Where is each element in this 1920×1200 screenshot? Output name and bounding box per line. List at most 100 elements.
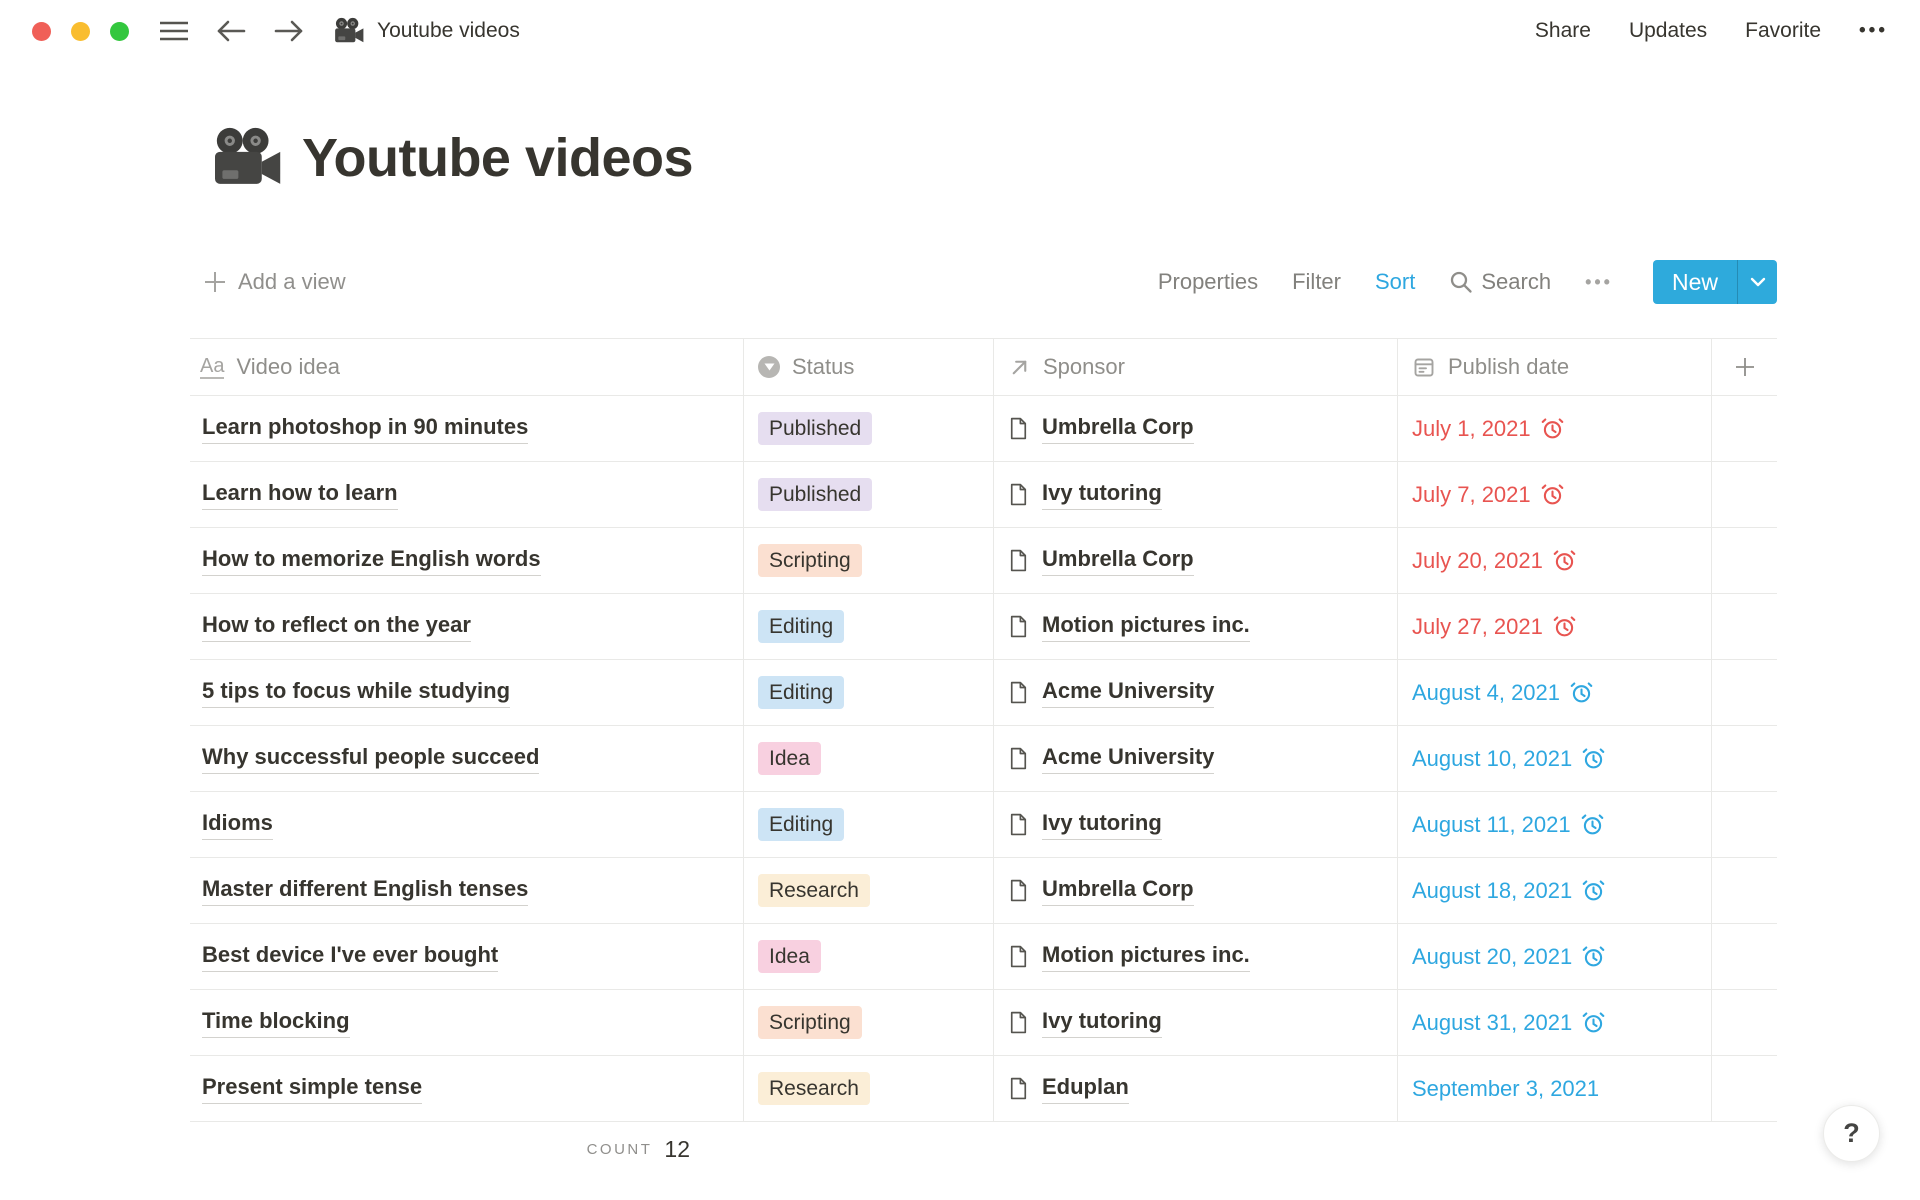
page-link[interactable]: Time blocking [202,1007,350,1038]
favorite-button[interactable]: Favorite [1745,19,1821,43]
page-link[interactable]: Master different English tenses [202,875,528,906]
status-cell[interactable]: Scripting [744,990,994,1056]
sponsor-cell[interactable]: Eduplan [994,1056,1398,1122]
page-link[interactable]: Idioms [202,809,273,840]
help-button[interactable]: ? [1823,1105,1880,1162]
sponsor-cell[interactable]: Motion pictures inc. [994,924,1398,990]
publish-date-cell[interactable]: August 20, 2021 [1398,924,1712,990]
status-cell[interactable]: Idea [744,726,994,792]
view-options-icon[interactable]: ••• [1585,272,1613,293]
date-text: August 31, 2021 [1412,1010,1572,1036]
breadcrumb-page-title[interactable]: Youtube videos [377,19,520,43]
filter-button[interactable]: Filter [1292,269,1341,295]
sponsor-cell[interactable]: Ivy tutoring [994,990,1398,1056]
sponsor-cell[interactable]: Acme University [994,726,1398,792]
video-idea-cell[interactable]: Learn photoshop in 90 minutes [190,396,744,462]
search-button[interactable]: Search [1449,269,1551,295]
close-window-button[interactable] [32,22,51,41]
sponsor-cell[interactable]: Ivy tutoring [994,792,1398,858]
column-header-publish-date[interactable]: Publish date [1398,338,1712,396]
video-idea-cell[interactable]: Why successful people succeed [190,726,744,792]
video-idea-cell[interactable]: How to memorize English words [190,528,744,594]
video-idea-cell[interactable]: How to reflect on the year [190,594,744,660]
video-idea-cell[interactable]: Time blocking [190,990,744,1056]
page-link[interactable]: Umbrella Corp [1042,413,1194,444]
page-link[interactable]: Umbrella Corp [1042,545,1194,576]
add-column-button[interactable] [1712,338,1777,396]
properties-button[interactable]: Properties [1158,269,1258,295]
publish-date-cell[interactable]: July 27, 2021 [1398,594,1712,660]
column-header-sponsor[interactable]: Sponsor [994,338,1398,396]
sort-button[interactable]: Sort [1375,269,1415,295]
video-idea-cell[interactable]: Master different English tenses [190,858,744,924]
status-cell[interactable]: Idea [744,924,994,990]
sidebar-toggle-icon[interactable] [159,19,189,43]
publish-date-cell[interactable]: July 1, 2021 [1398,396,1712,462]
zoom-window-button[interactable] [110,22,129,41]
publish-date-cell[interactable]: August 10, 2021 [1398,726,1712,792]
sponsor-cell[interactable]: Umbrella Corp [994,396,1398,462]
page-link[interactable]: Motion pictures inc. [1042,941,1250,972]
sponsor-cell[interactable]: Motion pictures inc. [994,594,1398,660]
page-link[interactable]: Eduplan [1042,1073,1129,1104]
sponsor-cell[interactable]: Umbrella Corp [994,528,1398,594]
publish-date-cell[interactable]: July 7, 2021 [1398,462,1712,528]
forward-arrow-icon[interactable] [273,17,305,45]
status-cell[interactable]: Editing [744,792,994,858]
more-menu-icon[interactable]: ••• [1859,20,1888,42]
status-cell[interactable]: Research [744,1056,994,1122]
video-idea-cell[interactable]: Idioms [190,792,744,858]
page-link[interactable]: Ivy tutoring [1042,809,1162,840]
page-link[interactable]: Learn how to learn [202,479,398,510]
page-link[interactable]: Ivy tutoring [1042,479,1162,510]
share-button[interactable]: Share [1535,19,1591,43]
back-arrow-icon[interactable] [215,17,247,45]
date-text: August 20, 2021 [1412,944,1572,970]
chevron-down-icon[interactable] [1737,260,1777,304]
page-link[interactable]: Acme University [1042,677,1214,708]
page-link[interactable]: How to reflect on the year [202,611,471,642]
publish-date-cell[interactable]: July 20, 2021 [1398,528,1712,594]
page-link[interactable]: Why successful people succeed [202,743,539,774]
status-cell[interactable]: Research [744,858,994,924]
page-link[interactable]: Best device I've ever bought [202,941,498,972]
page-link[interactable]: Present simple tense [202,1073,422,1104]
sponsor-cell[interactable]: Umbrella Corp [994,858,1398,924]
add-view-button[interactable]: Add a view [190,269,346,295]
updates-button[interactable]: Updates [1629,19,1707,43]
page-link[interactable]: How to memorize English words [202,545,541,576]
page-icon [1006,548,1031,573]
status-cell[interactable]: Scripting [744,528,994,594]
status-cell[interactable]: Published [744,396,994,462]
column-header-video-idea[interactable]: Aa Video idea [190,338,744,396]
publish-date-cell[interactable]: August 11, 2021 [1398,792,1712,858]
publish-date-cell[interactable]: August 18, 2021 [1398,858,1712,924]
page-link[interactable]: Learn photoshop in 90 minutes [202,413,528,444]
new-button[interactable]: New [1653,260,1777,304]
table-row: Time blocking Scripting Ivy tutoring August… [190,990,1777,1056]
sponsor-cell[interactable]: Ivy tutoring [994,462,1398,528]
page-link[interactable]: Ivy tutoring [1042,1007,1162,1038]
video-idea-cell[interactable]: Learn how to learn [190,462,744,528]
column-header-status[interactable]: Status [744,338,994,396]
page-link[interactable]: Motion pictures inc. [1042,611,1250,642]
video-idea-cell[interactable]: 5 tips to focus while studying [190,660,744,726]
page-link[interactable]: Acme University [1042,743,1214,774]
video-idea-cell[interactable]: Present simple tense [190,1056,744,1122]
publish-date-cell[interactable]: September 3, 2021 [1398,1056,1712,1122]
page-link[interactable]: Umbrella Corp [1042,875,1194,906]
sponsor-cell[interactable]: Acme University [994,660,1398,726]
publish-date-cell[interactable]: August 4, 2021 [1398,660,1712,726]
table-header-row: Aa Video idea Status Sponsor Publish dat… [190,338,1777,396]
minimize-window-button[interactable] [71,22,90,41]
status-cell[interactable]: Published [744,462,994,528]
publish-date-cell[interactable]: August 31, 2021 [1398,990,1712,1056]
video-idea-cell[interactable]: Best device I've ever bought [190,924,744,990]
table-row: Idioms Editing Ivy tutoring August 11, 2021 [190,792,1777,858]
status-cell[interactable]: Editing [744,594,994,660]
count-footer[interactable]: COUNT 12 [190,1122,744,1163]
row-trailing-cell [1712,528,1777,594]
status-cell[interactable]: Editing [744,660,994,726]
page-link[interactable]: 5 tips to focus while studying [202,677,510,708]
movie-camera-icon [210,126,284,190]
